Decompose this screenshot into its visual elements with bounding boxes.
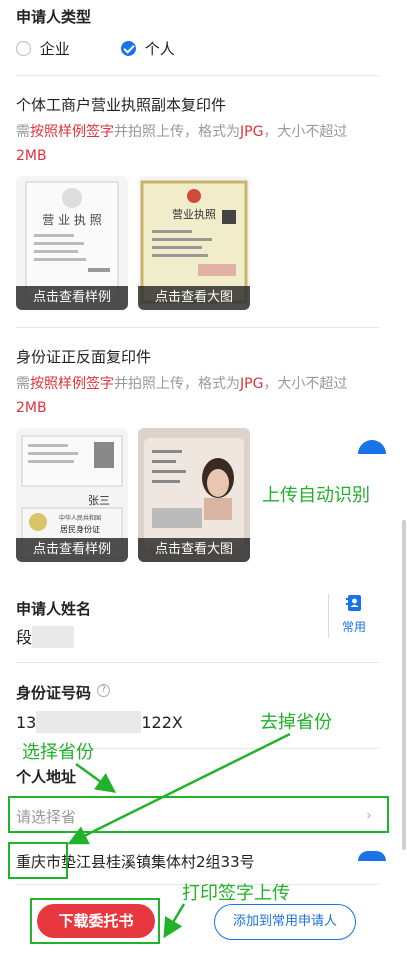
annotation-arrows [67,732,291,939]
arrow-remove-province [67,732,291,845]
arrow-print-sign [163,903,186,939]
arrow-select-province [75,762,117,793]
